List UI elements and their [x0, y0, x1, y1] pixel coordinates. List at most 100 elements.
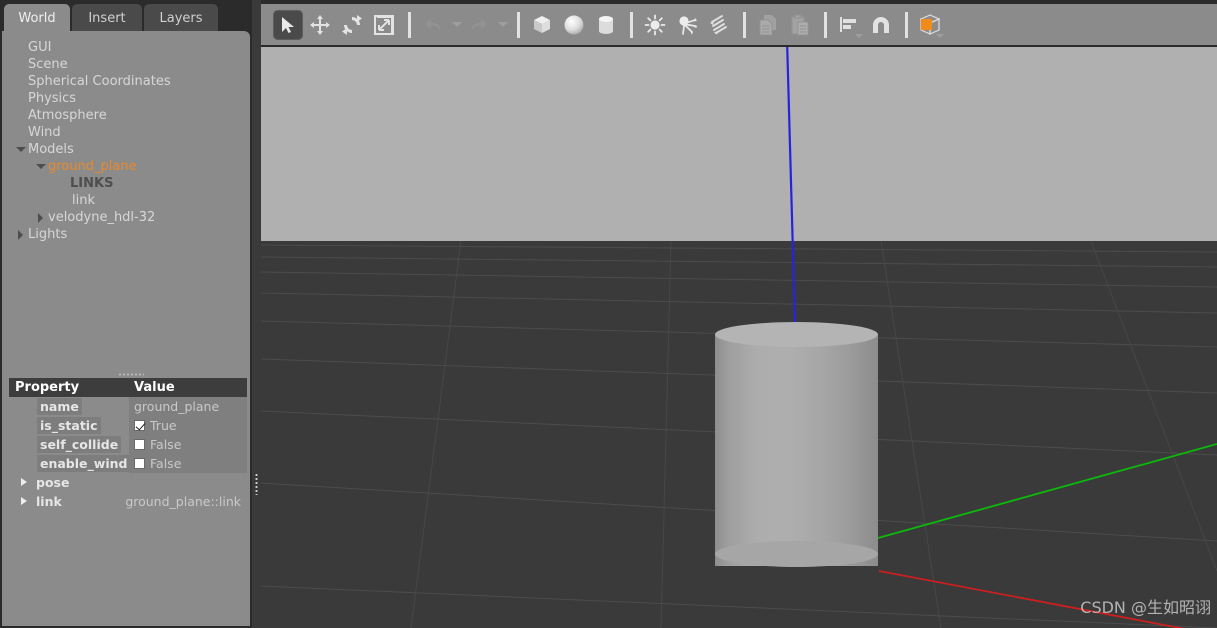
property-name-cell: is_static	[9, 415, 129, 435]
property-value-cell[interactable]	[129, 472, 247, 492]
translate-icon-button[interactable]	[305, 10, 335, 40]
box-icon	[534, 15, 550, 33]
property-value-cell[interactable]: False	[129, 434, 247, 454]
tree-item-label: LINKS	[70, 176, 114, 191]
toolbar-separator	[630, 11, 633, 38]
cylinder-icon-button[interactable]	[591, 10, 621, 40]
tab-insert[interactable]: Insert	[72, 4, 142, 32]
box-icon-button[interactable]	[527, 10, 557, 40]
expand-right-icon[interactable]	[15, 473, 33, 492]
tree-item-label: Wind	[28, 125, 61, 140]
chevron-down-icon[interactable]	[14, 141, 28, 158]
tree-item-physics[interactable]: Physics	[2, 90, 250, 107]
checkbox-self-collide[interactable]	[134, 438, 145, 450]
align-dropdown-caret-icon[interactable]	[855, 33, 863, 38]
property-row-self-collide[interactable]: self_collide False	[9, 434, 247, 454]
redo-icon	[471, 18, 487, 31]
tree-item-scene[interactable]: Scene	[2, 56, 250, 73]
scale-icon-button[interactable]	[369, 10, 399, 40]
tree-item-models[interactable]: Models	[2, 141, 250, 158]
velodyne-cylinder-model[interactable]	[715, 322, 878, 580]
property-row-enable-wind[interactable]: enable_wind False	[9, 453, 247, 473]
rotate-icon-button[interactable]	[337, 10, 367, 40]
paste-icon-button[interactable]	[785, 10, 815, 40]
sphere-icon	[564, 15, 584, 34]
property-value: True	[150, 417, 177, 433]
undo-icon-button[interactable]	[418, 10, 448, 40]
toolbar-separator	[517, 11, 520, 38]
cylinder-icon	[599, 15, 613, 34]
chevron-right-icon[interactable]	[14, 226, 28, 243]
render-viewport-3d[interactable]: CSDN @生如昭诩	[261, 47, 1217, 628]
tree-item-link[interactable]: link	[2, 192, 250, 209]
main-vertical-splitter[interactable]	[252, 0, 261, 628]
tree-item-label: Models	[28, 142, 74, 157]
tree-item-wind[interactable]: Wind	[2, 124, 250, 141]
tree-item-label: link	[72, 193, 95, 208]
tree-item-atmosphere[interactable]: Atmosphere	[2, 107, 250, 124]
select-arrow-icon-button[interactable]	[273, 9, 303, 40]
panel-tab-bar: World Insert Layers	[0, 0, 252, 32]
property-value-cell[interactable]: ground_plane::link	[120, 491, 247, 511]
copy-icon	[759, 14, 776, 35]
toolbar-separator	[743, 11, 746, 38]
y-axis-line	[877, 443, 1217, 539]
chevron-down-icon[interactable]	[34, 158, 48, 175]
property-value: ground_plane	[134, 398, 220, 414]
property-row-name[interactable]: name ground_plane	[9, 396, 247, 416]
tree-item-label: velodyne_hdl-32	[48, 210, 156, 225]
tree-item-velodyne-hdl-32[interactable]: velodyne_hdl-32	[2, 209, 250, 226]
property-name-cell: name	[9, 396, 129, 416]
toolbar-separator	[824, 11, 827, 38]
property-value-cell[interactable]: False	[129, 453, 247, 473]
property-row-pose[interactable]: pose	[9, 472, 247, 492]
checkbox-enable-wind[interactable]	[134, 457, 145, 469]
gazebo-window: World Insert Layers GUI Scene Spherical …	[0, 0, 1217, 628]
property-grid: Property Value name ground_plane is_stat…	[9, 378, 247, 511]
tree-item-label: Scene	[28, 57, 68, 72]
cylinder-body	[715, 334, 878, 566]
point-light-icon	[644, 14, 666, 35]
property-value-cell[interactable]: ground_plane	[129, 396, 247, 416]
tab-layers[interactable]: Layers	[144, 4, 218, 32]
spot-light-icon-button[interactable]	[672, 10, 702, 40]
panel-horizontal-splitter[interactable]	[10, 371, 247, 378]
undo-icon	[425, 18, 441, 31]
splitter-grip-icon	[255, 473, 258, 495]
align-icon-button[interactable]	[834, 10, 864, 40]
tree-item-links[interactable]: LINKS	[2, 175, 250, 192]
align-icon	[840, 16, 856, 32]
point-light-icon-button[interactable]	[640, 10, 670, 40]
tree-item-spherical-coordinates[interactable]: Spherical Coordinates	[2, 73, 250, 90]
tab-world[interactable]: World	[4, 4, 70, 32]
tree-item-ground-plane[interactable]: ground_plane	[2, 158, 250, 175]
checkbox-is-static[interactable]	[134, 419, 145, 431]
undo-dropdown-caret-icon[interactable]	[450, 10, 464, 40]
redo-dropdown-caret-icon[interactable]	[496, 10, 510, 40]
sphere-icon-button[interactable]	[559, 10, 589, 40]
property-value: False	[150, 436, 182, 452]
expand-right-icon[interactable]	[15, 492, 33, 511]
view-angle-cube-icon-button[interactable]	[915, 10, 945, 40]
property-row-is-static[interactable]: is_static True	[9, 415, 247, 435]
cylinder-bottom-cap	[715, 541, 878, 567]
translate-icon	[310, 14, 330, 35]
property-label: is_static	[37, 416, 101, 434]
chevron-right-icon[interactable]	[34, 209, 48, 226]
snap-magnet-icon-button[interactable]	[866, 10, 896, 40]
property-label: name	[37, 397, 82, 415]
watermark-text: CSDN @生如昭诩	[1080, 598, 1211, 617]
view-angle-dropdown-caret-icon[interactable]	[936, 33, 944, 38]
world-panel-body: GUI Scene Spherical Coordinates Physics …	[2, 31, 250, 626]
property-row-link[interactable]: link ground_plane::link	[9, 491, 247, 511]
property-value-cell[interactable]: True	[129, 415, 247, 435]
tree-item-label: GUI	[28, 40, 52, 55]
directional-light-icon	[710, 14, 727, 34]
world-tree[interactable]: GUI Scene Spherical Coordinates Physics …	[2, 39, 250, 339]
tree-item-gui[interactable]: GUI	[2, 39, 250, 56]
redo-icon-button[interactable]	[464, 10, 494, 40]
property-label: link	[36, 493, 62, 509]
directional-light-icon-button[interactable]	[704, 10, 734, 40]
tree-item-lights[interactable]: Lights	[2, 226, 250, 243]
copy-icon-button[interactable]	[753, 10, 783, 40]
